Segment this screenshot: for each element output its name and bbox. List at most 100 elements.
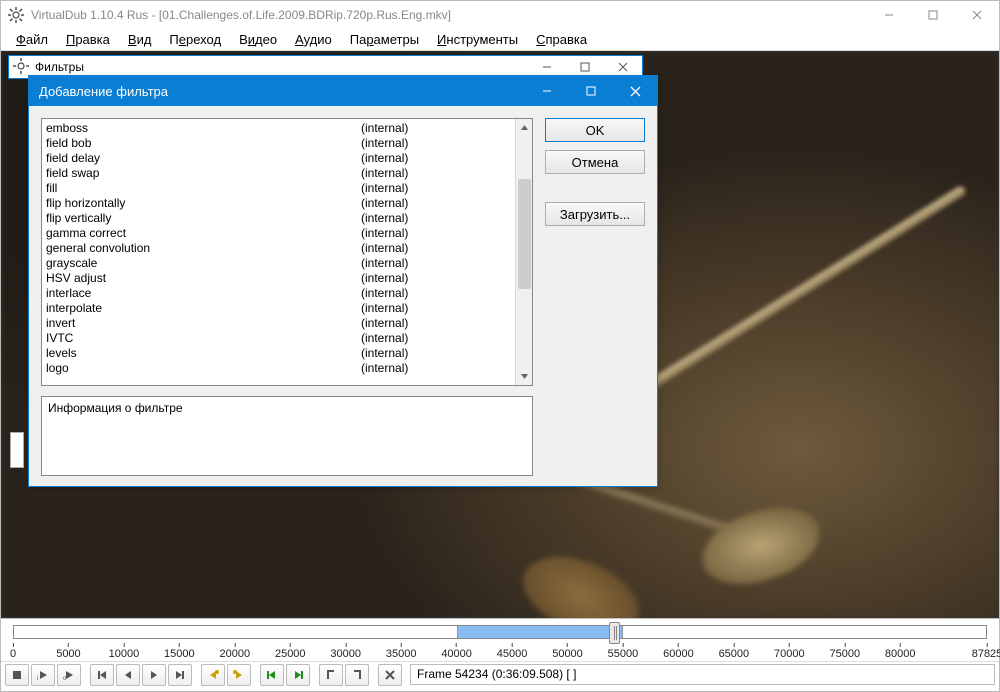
cancel-button[interactable]: Отмена [545, 150, 645, 174]
filter-source: (internal) [361, 181, 511, 196]
filter-name: general convolution [46, 241, 361, 256]
svg-text:i: i [37, 676, 38, 681]
menubar: Файл Правка Вид Переход Видео Аудио Пара… [1, 29, 999, 51]
app-title: VirtualDub 1.10.4 Rus - [01.Challenges.o… [31, 8, 451, 22]
ok-button[interactable]: OK [545, 118, 645, 142]
mark-out-button[interactable] [345, 664, 369, 686]
filter-name: field bob [46, 136, 361, 151]
main-titlebar: VirtualDub 1.10.4 Rus - [01.Challenges.o… [1, 1, 999, 29]
filter-source: (internal) [361, 211, 511, 226]
filter-list-item[interactable]: field delay(internal) [46, 151, 511, 166]
ruler-tick: 87825 [972, 643, 1000, 660]
filter-list-item[interactable]: field swap(internal) [46, 166, 511, 181]
filters-window-icon [13, 58, 31, 76]
toolbar: i o Frame 54234 (0:36:09.508) [ ] [1, 661, 999, 687]
filter-list-item[interactable]: gamma correct(internal) [46, 226, 511, 241]
app-icon [7, 6, 25, 24]
scene-next-button[interactable] [286, 664, 310, 686]
filter-list-item[interactable]: IVTC(internal) [46, 331, 511, 346]
dialog-close-button[interactable] [613, 76, 657, 106]
timeline[interactable]: 0500010000150002000025000300003500040000… [1, 619, 999, 661]
filter-name: field delay [46, 151, 361, 166]
ruler-tick: 50000 [552, 643, 583, 660]
timeline-track[interactable] [13, 625, 987, 639]
close-button[interactable] [955, 1, 999, 29]
timeline-ruler: 0500010000150002000025000300003500040000… [13, 643, 987, 659]
filter-list-item[interactable]: field bob(internal) [46, 136, 511, 151]
menu-file[interactable]: Файл [7, 30, 57, 49]
filter-list-item[interactable]: interlace(internal) [46, 286, 511, 301]
menu-goto[interactable]: Переход [160, 30, 230, 49]
menu-tools[interactable]: Инструменты [428, 30, 527, 49]
scene-prev-button[interactable] [260, 664, 284, 686]
scroll-up-icon[interactable] [516, 119, 533, 136]
stop-button[interactable] [5, 664, 29, 686]
menu-view[interactable]: Вид [119, 30, 161, 49]
filter-list-item[interactable]: interpolate(internal) [46, 301, 511, 316]
ruler-tick: 35000 [386, 643, 417, 660]
ruler-tick: 60000 [663, 643, 694, 660]
filter-list-item[interactable]: invert(internal) [46, 316, 511, 331]
ruler-tick: 65000 [719, 643, 750, 660]
ruler-tick: 80000 [885, 643, 916, 660]
ruler-tick: 75000 [829, 643, 860, 660]
filter-list-item[interactable]: fill(internal) [46, 181, 511, 196]
filter-name: interlace [46, 286, 361, 301]
scroll-down-icon[interactable] [516, 368, 533, 385]
filter-name: logo [46, 361, 361, 376]
timeline-selection[interactable] [457, 625, 623, 639]
step-forward-button[interactable] [142, 664, 166, 686]
load-button[interactable]: Загрузить... [545, 202, 645, 226]
ruler-tick: 15000 [164, 643, 195, 660]
add-filter-dialog: Добавление фильтра emboss(internal)field… [28, 75, 658, 487]
filter-name: HSV adjust [46, 271, 361, 286]
menu-edit[interactable]: Правка [57, 30, 119, 49]
filter-list-item[interactable]: flip horizontally(internal) [46, 196, 511, 211]
filter-list-item[interactable]: flip vertically(internal) [46, 211, 511, 226]
add-filter-titlebar[interactable]: Добавление фильтра [29, 76, 657, 106]
dialog-maximize-button[interactable] [569, 76, 613, 106]
play-input-button[interactable]: i [31, 664, 55, 686]
filter-list-item[interactable]: general convolution(internal) [46, 241, 511, 256]
filter-info-label: Информация о фильтре [48, 401, 183, 415]
step-back-button[interactable] [116, 664, 140, 686]
erase-range-button[interactable] [378, 664, 402, 686]
filter-name: interpolate [46, 301, 361, 316]
scroll-thumb[interactable] [518, 179, 531, 289]
play-output-button[interactable]: o [57, 664, 81, 686]
go-start-button[interactable] [90, 664, 114, 686]
filter-name: fill [46, 181, 361, 196]
menu-audio[interactable]: Аудио [286, 30, 341, 49]
ruler-tick: 0 [10, 643, 16, 660]
filter-list-item[interactable]: emboss(internal) [46, 121, 511, 136]
listbox-scrollbar[interactable] [515, 119, 532, 385]
key-next-button[interactable] [227, 664, 251, 686]
menu-video[interactable]: Видео [230, 30, 286, 49]
minimize-button[interactable] [867, 1, 911, 29]
key-prev-button[interactable] [201, 664, 225, 686]
filter-list-item[interactable]: logo(internal) [46, 361, 511, 376]
go-end-button[interactable] [168, 664, 192, 686]
left-pane-stub [10, 432, 24, 468]
maximize-button[interactable] [911, 1, 955, 29]
filter-source: (internal) [361, 316, 511, 331]
menu-help[interactable]: Справка [527, 30, 596, 49]
timeline-grip[interactable] [609, 622, 620, 644]
menu-options[interactable]: Параметры [341, 30, 428, 49]
frame-status: Frame 54234 (0:36:09.508) [ ] [410, 664, 995, 685]
filter-name: gamma correct [46, 226, 361, 241]
filter-listbox[interactable]: emboss(internal)field bob(internal)field… [41, 118, 533, 386]
filter-list-item[interactable]: levels(internal) [46, 346, 511, 361]
filter-name: invert [46, 316, 361, 331]
dialog-minimize-button[interactable] [525, 76, 569, 106]
mark-in-button[interactable] [319, 664, 343, 686]
filter-source: (internal) [361, 241, 511, 256]
filter-list-item[interactable]: grayscale(internal) [46, 256, 511, 271]
filter-list-item[interactable]: HSV adjust(internal) [46, 271, 511, 286]
ruler-tick: 55000 [608, 643, 639, 660]
filter-source: (internal) [361, 271, 511, 286]
filter-source: (internal) [361, 136, 511, 151]
ruler-tick: 25000 [275, 643, 306, 660]
filter-name: flip vertically [46, 211, 361, 226]
filter-source: (internal) [361, 361, 511, 376]
